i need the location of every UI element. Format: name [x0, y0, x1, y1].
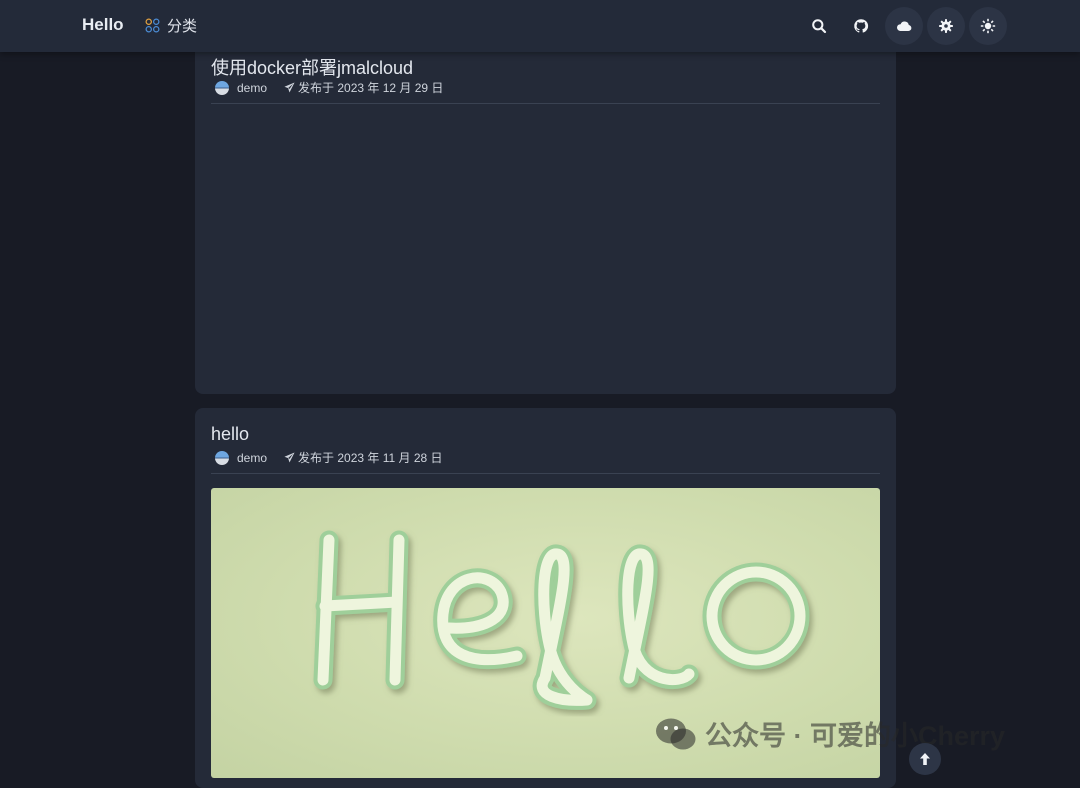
search-button[interactable] [800, 7, 838, 45]
cloud-icon [896, 21, 912, 31]
arrow-up-icon [920, 753, 930, 765]
github-icon [854, 19, 869, 33]
post-date: 发布于 2023 年 12 月 29 日 [298, 81, 444, 95]
post-title[interactable]: 使用docker部署jmalcloud [211, 54, 413, 80]
nav-category-link[interactable]: 分类 [145, 15, 197, 36]
post-card[interactable]: 使用docker部署jmalcloud demo 发布于 2023 年 12 月… [195, 30, 896, 394]
cloud-button[interactable] [885, 7, 923, 45]
top-navbar: Hello 分类 [0, 0, 1080, 52]
author-avatar [215, 450, 229, 465]
post-date: 发布于 2023 年 11 月 28 日 [298, 451, 443, 465]
author-name[interactable]: demo [237, 81, 267, 95]
watermark-text: 公众号 · 可爱的小Cherry [705, 721, 1006, 751]
search-icon [812, 19, 827, 34]
wechat-icon [656, 718, 696, 749]
divider [211, 473, 880, 474]
theme-toggle-button[interactable] [969, 7, 1007, 45]
watermark: 公众号 · 可爱的小Cherry [655, 714, 1005, 753]
gear-icon [939, 19, 953, 33]
category-icon [145, 18, 160, 33]
settings-button[interactable] [927, 7, 965, 45]
send-icon [284, 452, 295, 463]
nav-category-label: 分类 [167, 18, 198, 35]
back-to-top-button[interactable] [909, 743, 941, 775]
author-avatar [215, 80, 229, 95]
divider [211, 103, 880, 104]
site-brand[interactable]: Hello [82, 15, 124, 35]
author-name[interactable]: demo [237, 451, 267, 465]
github-button[interactable] [842, 7, 880, 45]
post-title[interactable]: hello [211, 424, 249, 445]
send-icon [284, 82, 295, 93]
post-meta: demo 发布于 2023 年 11 月 28 日 [215, 449, 443, 466]
theme-icon [980, 18, 996, 34]
post-meta: demo 发布于 2023 年 12 月 29 日 [215, 79, 443, 96]
